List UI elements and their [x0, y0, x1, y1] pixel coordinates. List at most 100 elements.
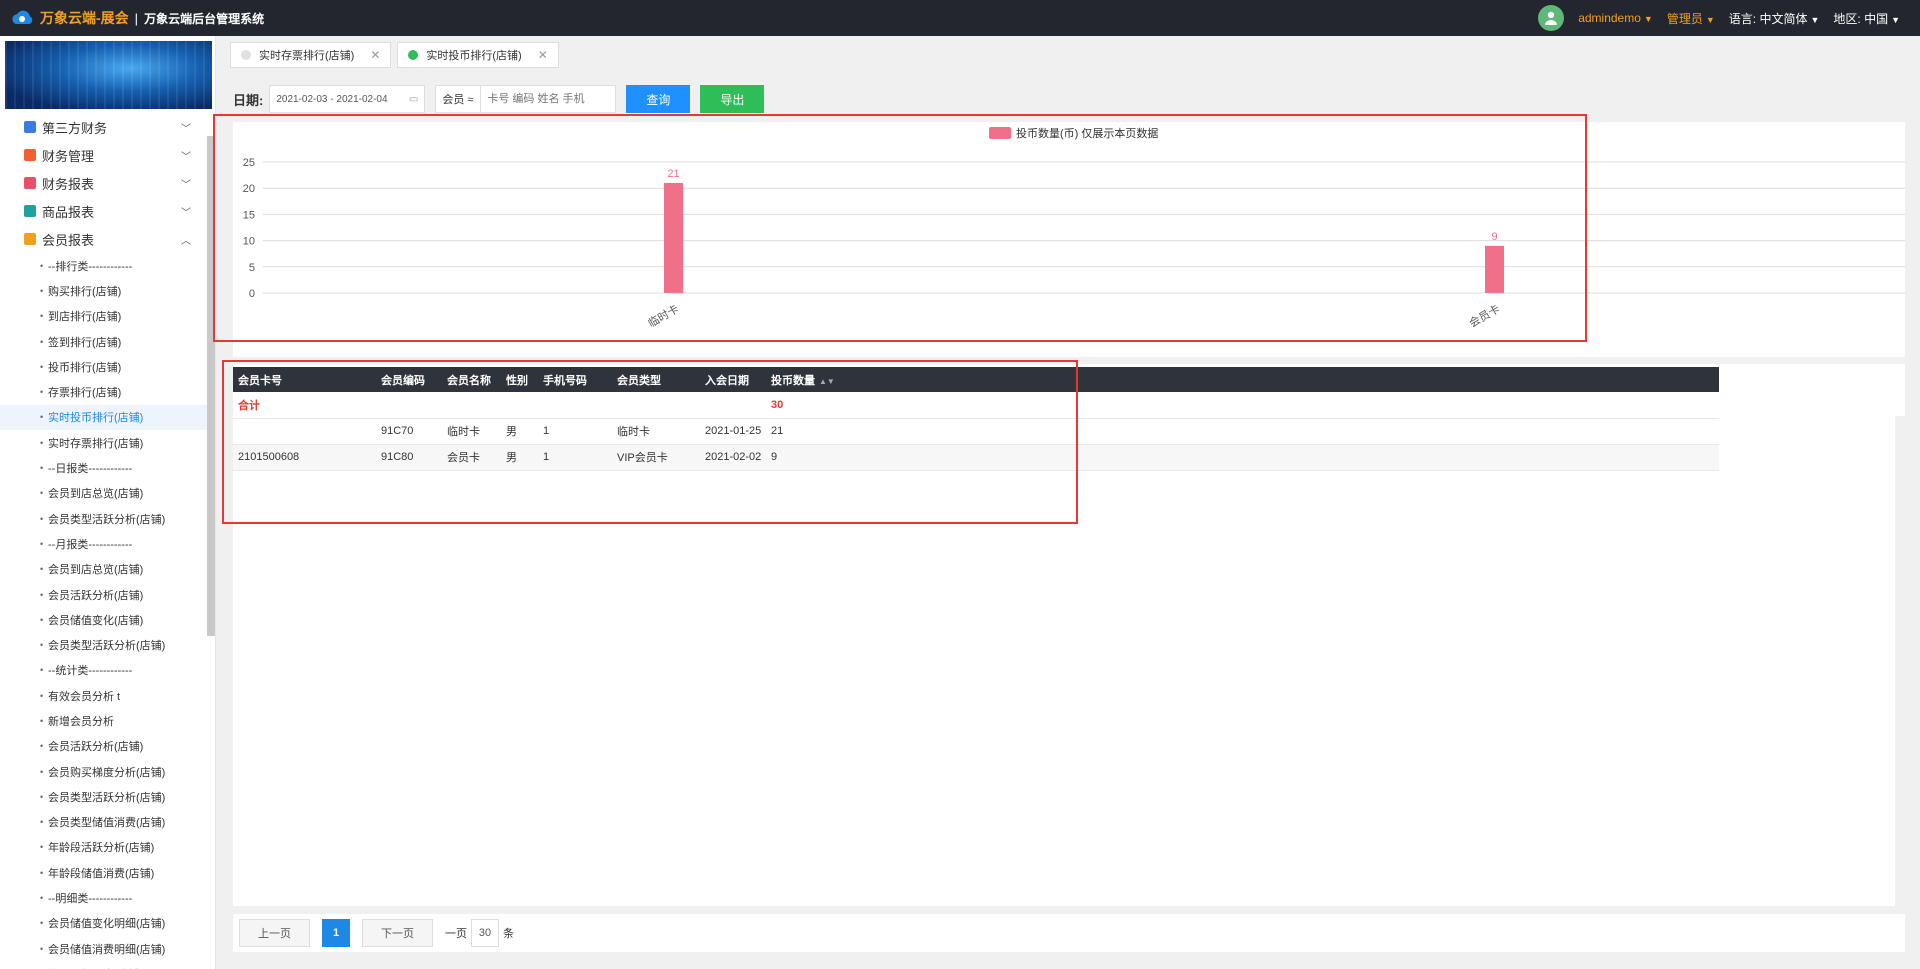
chevron-down-icon: ▼ — [1705, 14, 1715, 25]
table-cell: 2021-01-25 — [700, 418, 766, 445]
tab-realtime-coin-ranking[interactable]: 实时投币排行(店铺) ✕ — [397, 42, 559, 68]
table-cell: 1 — [538, 418, 612, 445]
sidebar-subitem[interactable]: 会员到店总览(店铺) — [0, 481, 215, 506]
sidebar-subitem-label: 会员购买梯度分析(店铺) — [48, 766, 166, 779]
column-header-label: 会员类型 — [617, 374, 661, 387]
export-button[interactable]: 导出 — [700, 85, 765, 113]
sidebar-subitem[interactable]: 会员活跃分析(店铺) — [0, 582, 215, 607]
date-label: 日期: — [233, 92, 264, 108]
brand-name: 万象云端-展会 — [40, 10, 129, 26]
sidebar-group-4[interactable]: 会员报表 ︿ — [0, 225, 215, 253]
table-row[interactable]: 2101500608 91C80 会员卡男 1 VIP会员卡 2021-02-02 9 — [233, 444, 1719, 471]
sidebar-subitem[interactable]: --排行类------------ — [0, 253, 215, 278]
sidebar-subitem-label: --日报类------------ — [48, 463, 133, 476]
sidebar-subitem[interactable]: 实时投币排行(店铺) — [0, 404, 215, 431]
sidebar-subitem[interactable]: 会员类型活跃分析(店铺) — [0, 632, 215, 657]
sidebar-subitem[interactable]: 年龄段活跃分析(店铺) — [0, 835, 215, 860]
page-size-input[interactable]: 30 — [471, 919, 499, 947]
sidebar-subitem-label: 会员储值变化(店铺) — [48, 614, 144, 627]
column-header: 会员类型 — [612, 367, 700, 392]
table-scrollbar[interactable] — [1895, 416, 1905, 906]
sidebar-subitem[interactable]: 会员类型活跃分析(店铺) — [0, 784, 215, 809]
date-range-input[interactable]: 2021-02-03 - 2021-02-04 ▭ — [269, 85, 426, 113]
y-tick-label: 10 — [243, 236, 255, 248]
table-cell: VIP会员卡 — [612, 444, 700, 471]
sidebar-scrollbar[interactable] — [207, 136, 215, 636]
table-cell: 30 — [766, 392, 1719, 419]
calendar-icon: ▭ — [408, 93, 419, 105]
sidebar-subitem-label: --明细类------------ — [48, 893, 133, 906]
sidebar-subitem-label: 有效会员分析 t — [48, 690, 121, 703]
language-menu[interactable]: 语言: 中文简体 ▼ — [1729, 10, 1820, 27]
pagination: 上一页 1 下一页 一页 30 条 — [233, 914, 1905, 952]
sidebar-subitem[interactable]: 有效会员分析 t — [0, 683, 215, 708]
brand-separator: | — [134, 10, 139, 26]
sidebar-subitem[interactable]: 会员活跃分析(店铺) — [0, 734, 215, 759]
sidebar-subitem[interactable]: 签到排行(店铺) — [0, 329, 215, 354]
bar — [1485, 245, 1504, 293]
table-total-row: 合计 30 — [233, 392, 1719, 419]
sidebar-group-label: 商品报表 — [42, 204, 95, 220]
column-header-label: 手机号码 — [543, 374, 587, 387]
current-page-button[interactable]: 1 — [322, 919, 350, 947]
sidebar-group-1[interactable]: 财务管理 ﹀ — [0, 141, 215, 169]
chevron-down-icon: ﹀ — [181, 123, 191, 135]
top-bar: 万象云端-展会 | 万象云端后台管理系统 admindemo ▼ 管理员 ▼ 语言:… — [0, 0, 1920, 36]
query-button[interactable]: 查询 — [626, 85, 691, 113]
sidebar-subitem-label: 会员活跃分析(店铺) — [48, 589, 144, 602]
user-menu[interactable]: admindemo ▼ — [1578, 11, 1653, 25]
sidebar-subitem[interactable]: 会员储值消费明细(店铺) — [0, 936, 215, 961]
sort-icon[interactable]: ▲▼ — [819, 377, 835, 386]
sidebar-subitem-label: 会员类型活跃分析(店铺) — [48, 513, 166, 526]
logo[interactable]: 万象云端-展会 | 万象云端后台管理系统 — [0, 8, 264, 28]
sidebar-subitem[interactable]: 会员储值变化(店铺) — [0, 607, 215, 632]
sidebar-subitem[interactable]: 年龄段储值消费(店铺) — [0, 860, 215, 885]
sidebar-subitem[interactable]: 会员储值变化明细(店铺) — [0, 911, 215, 936]
sidebar-group-0[interactable]: 第三方财务 ﹀ — [0, 113, 215, 141]
sidebar-subitem-label: 实时投币排行(店铺) — [48, 412, 144, 425]
member-icon — [24, 233, 36, 245]
table-cell — [501, 392, 538, 419]
sidebar-subitem[interactable]: 会员购买梯度分析(店铺) — [0, 759, 215, 784]
role-menu[interactable]: 管理员 ▼ — [1667, 10, 1715, 27]
prev-page-button[interactable]: 上一页 — [239, 919, 310, 947]
sidebar-subitem[interactable]: 会员到店总览(店铺) — [0, 557, 215, 582]
tab-realtime-ticket-ranking[interactable]: 实时存票排行(店铺) ✕ — [230, 42, 392, 68]
member-search-input[interactable] — [481, 85, 617, 113]
page-size-label: 一页 — [445, 928, 467, 940]
sidebar-subitem[interactable]: 新增会员分析 — [0, 708, 215, 733]
sidebar-subitem[interactable]: 到店排行(店铺) — [0, 304, 215, 329]
member-type-select[interactable]: 会员 ≈ — [435, 85, 482, 113]
sidebar-subitem-label: 存票排行(店铺) — [48, 387, 122, 400]
close-icon[interactable]: ✕ — [538, 48, 548, 62]
sidebar-subitem[interactable]: 会员升级历史(店铺) — [0, 961, 215, 969]
next-page-button[interactable]: 下一页 — [362, 919, 433, 947]
sidebar-subitem[interactable]: 投币排行(店铺) — [0, 354, 215, 379]
y-tick-label: 0 — [249, 288, 255, 300]
region-menu[interactable]: 地区: 中国 ▼ — [1833, 10, 1900, 27]
sidebar-subitem-label: --排行类------------ — [48, 260, 133, 273]
sidebar-subitem[interactable]: 存票排行(店铺) — [0, 379, 215, 404]
goods-icon — [24, 205, 36, 217]
sidebar-subitem[interactable]: 购买排行(店铺) — [0, 278, 215, 303]
sidebar-subitem[interactable]: 会员类型活跃分析(店铺) — [0, 506, 215, 531]
sidebar-subitem[interactable]: 实时存票排行(店铺) — [0, 430, 215, 455]
sidebar-subitem[interactable]: --明细类------------ — [0, 885, 215, 910]
sidebar-subitem[interactable]: --日报类------------ — [0, 455, 215, 480]
report-icon — [24, 177, 36, 189]
language-label: 语言: — [1728, 11, 1757, 26]
table-row[interactable]: 91C70 临时卡男 1 临时卡 2021-01-25 21 — [233, 418, 1719, 445]
table-panel: 会员卡号 会员编码 会员名称 性别 手机号码 会员类型 入会日期 投币数量 ▲▼ 合计 30 91C… — [233, 364, 1905, 906]
column-header[interactable]: 投币数量 ▲▼ — [766, 367, 1719, 392]
sidebar-subitem[interactable]: --月报类------------ — [0, 531, 215, 556]
chevron-down-icon: ﹀ — [181, 151, 191, 163]
sidebar-subitem[interactable]: 会员类型储值消费(店铺) — [0, 810, 215, 835]
sidebar-group-3[interactable]: 商品报表 ﹀ — [0, 197, 215, 225]
table-cell: 会员卡 — [442, 444, 501, 471]
sidebar-subitem[interactable]: --统计类------------ — [0, 658, 215, 683]
user-avatar-icon[interactable] — [1538, 5, 1565, 31]
close-icon[interactable]: ✕ — [370, 48, 380, 62]
sidebar-group-2[interactable]: 财务报表 ﹀ — [0, 169, 215, 197]
table-cell — [233, 418, 376, 445]
y-tick-label: 5 — [249, 262, 255, 274]
